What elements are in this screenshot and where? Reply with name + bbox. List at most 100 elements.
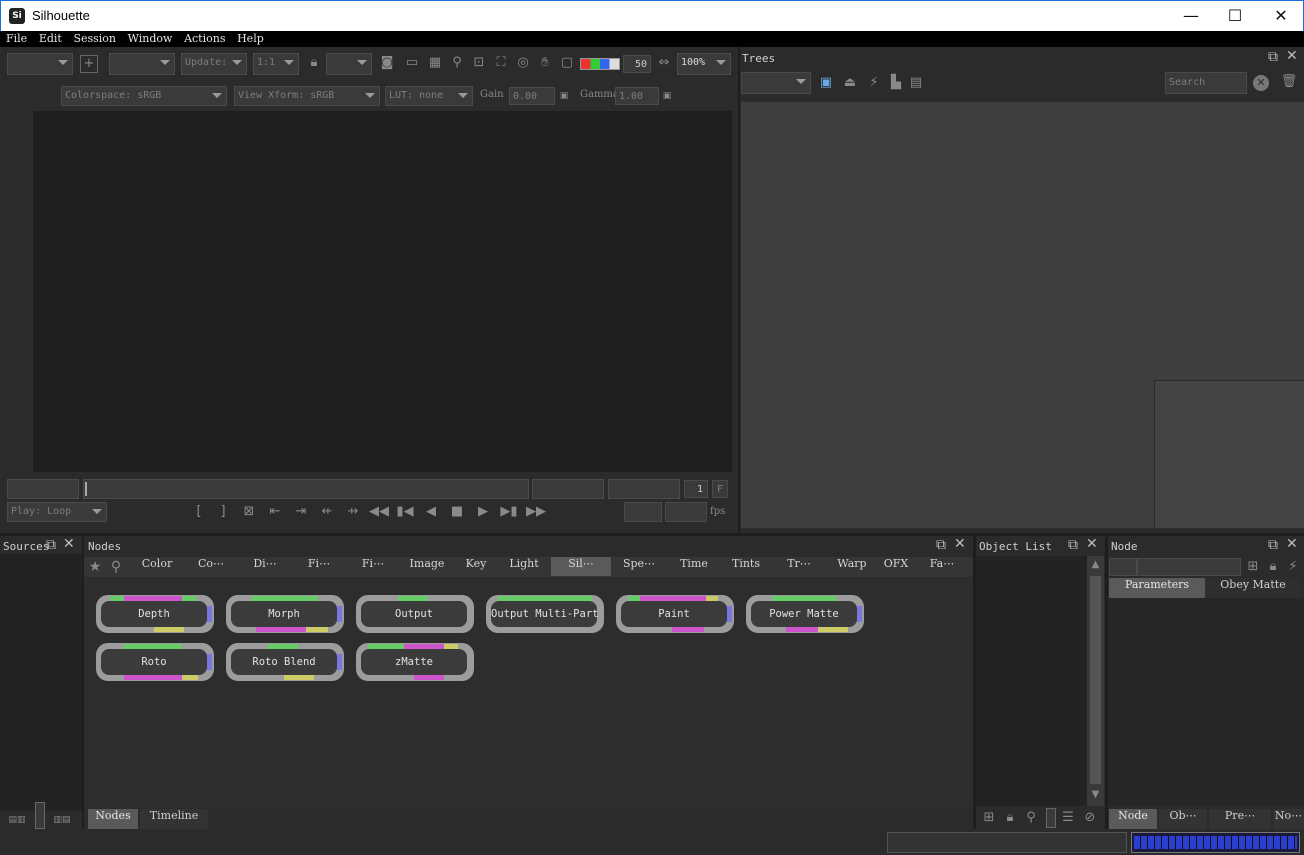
start-frame-field[interactable]: [7, 479, 79, 499]
zoom-icon[interactable]: ⚲: [448, 54, 466, 72]
node-panel-float-icon[interactable]: ⧉: [1268, 538, 1278, 552]
search-clear-icon[interactable]: ✕: [1253, 75, 1269, 91]
viewer-node-dropdown[interactable]: [109, 53, 175, 75]
play-icon[interactable]: ▶: [474, 503, 492, 521]
trees-float-icon[interactable]: ⧉: [1268, 50, 1278, 64]
fps-field-b[interactable]: [665, 502, 707, 522]
object-list-float-icon[interactable]: ⧉: [1068, 538, 1078, 552]
end-frame-field[interactable]: [608, 479, 680, 499]
object-list-close-icon[interactable]: ✕: [1086, 537, 1098, 551]
sources-close-icon[interactable]: ✕: [63, 537, 75, 551]
sources-slider[interactable]: [35, 802, 45, 829]
object-slider[interactable]: [1046, 808, 1056, 828]
node-zmatte[interactable]: zMatte: [356, 643, 474, 681]
current-frame-field[interactable]: [532, 479, 604, 499]
nodes-close-icon[interactable]: ✕: [954, 537, 966, 551]
object-lock-icon[interactable]: 🔒︎: [1001, 809, 1019, 827]
category-ofx[interactable]: OFX: [877, 557, 915, 576]
tree-view-icon[interactable]: ▣: [817, 74, 835, 92]
node-search-icon[interactable]: ⚲: [107, 558, 125, 576]
category-filter-a[interactable]: Fi⋯: [292, 557, 346, 576]
node-paint[interactable]: Paint: [616, 595, 734, 633]
camera-icon[interactable]: ◙: [378, 54, 396, 72]
category-key[interactable]: Key: [454, 557, 498, 576]
colorspace-dropdown[interactable]: Colorspace: sRGB: [61, 86, 227, 106]
tree-flash-icon[interactable]: ⚡︎: [865, 74, 883, 92]
play-mode-dropdown[interactable]: Play: Loop: [7, 502, 107, 522]
frame-mode-button[interactable]: F: [712, 480, 728, 498]
trees-navigator[interactable]: [1154, 380, 1304, 528]
node-flash-icon[interactable]: ⚡︎: [1284, 558, 1302, 576]
next-key-icon[interactable]: ⇸: [344, 503, 362, 521]
category-silhouette[interactable]: Sil⋯: [551, 557, 611, 576]
bottom-tab-notes[interactable]: No⋯: [1273, 809, 1304, 829]
category-special[interactable]: Spe⋯: [611, 557, 667, 576]
tab-nodes[interactable]: Nodes: [88, 809, 138, 829]
monitor-icon[interactable]: ▭: [403, 54, 421, 72]
lut-dropdown[interactable]: LUT: none: [385, 86, 473, 106]
fps-field-a[interactable]: [624, 502, 662, 522]
channel-selector[interactable]: [580, 58, 620, 70]
node-color-field[interactable]: [1109, 558, 1137, 576]
category-image[interactable]: Image: [400, 557, 454, 576]
add-object-icon[interactable]: ⊞: [980, 809, 998, 827]
node-roto[interactable]: Roto: [96, 643, 214, 681]
gamma-reset-icon[interactable]: ▣: [660, 87, 674, 105]
node-lock-icon[interactable]: 🔒︎: [1264, 558, 1282, 576]
sources-float-icon[interactable]: ⧉: [46, 538, 56, 552]
hand-icon[interactable]: ✋︎: [536, 54, 554, 72]
play-reverse-icon[interactable]: ◀: [422, 503, 440, 521]
scroll-up-icon[interactable]: ▲: [1087, 556, 1104, 574]
playhead[interactable]: [85, 482, 87, 496]
sources-list[interactable]: [0, 554, 82, 811]
tree-folder-icon[interactable]: ▙: [887, 74, 905, 92]
maximize-button[interactable]: ☐: [1212, 1, 1258, 31]
object-menu-icon[interactable]: ☰: [1059, 809, 1077, 827]
object-search-icon[interactable]: ⚲: [1022, 809, 1040, 827]
mask-mode-dropdown[interactable]: [326, 53, 372, 75]
node-output-multipart[interactable]: Output Multi-Part: [486, 595, 604, 633]
tree-save-icon[interactable]: ▤: [907, 74, 925, 92]
menu-edit[interactable]: Edit: [39, 31, 62, 45]
category-time[interactable]: Time: [667, 557, 721, 576]
category-tints[interactable]: Tints: [721, 557, 771, 576]
view-xform-dropdown[interactable]: View Xform: sRGB: [234, 86, 380, 106]
overlay-icon[interactable]: ▢: [558, 54, 576, 72]
grid-icon[interactable]: ▦: [426, 54, 444, 72]
favorites-star-icon[interactable]: ★: [86, 558, 104, 576]
menu-session[interactable]: Session: [73, 31, 116, 45]
node-morph[interactable]: Morph: [226, 595, 344, 633]
ratio-dropdown[interactable]: 1:1: [253, 53, 299, 75]
tree-export-icon[interactable]: ⏏: [841, 74, 859, 92]
bottom-tab-node[interactable]: Node: [1109, 809, 1157, 829]
category-transform[interactable]: Tr⋯: [771, 557, 827, 576]
rewind-icon[interactable]: ◀◀: [369, 503, 389, 521]
go-start-icon[interactable]: ⇤: [266, 503, 284, 521]
minimize-button[interactable]: —: [1168, 1, 1214, 31]
viewer-session-dropdown[interactable]: [7, 53, 73, 75]
category-warp[interactable]: Warp: [827, 557, 877, 576]
node-name-field[interactable]: [1137, 558, 1241, 576]
node-power-matte[interactable]: Power Matte: [746, 595, 864, 633]
trees-search-input[interactable]: Search: [1165, 72, 1247, 94]
category-composite[interactable]: Co⋯: [184, 557, 238, 576]
node-add-icon[interactable]: ⊞: [1244, 558, 1262, 576]
gain-reset-icon[interactable]: ▣: [557, 87, 571, 105]
node-roto-blend[interactable]: Roto Blend: [226, 643, 344, 681]
category-color[interactable]: Color: [130, 557, 184, 576]
trees-dropdown[interactable]: [741, 72, 811, 94]
mark-in-icon[interactable]: [: [190, 503, 208, 521]
fast-forward-icon[interactable]: ▶▶: [526, 503, 546, 521]
add-icon[interactable]: +: [80, 55, 98, 73]
menu-actions[interactable]: Actions: [184, 31, 225, 45]
trees-close-icon[interactable]: ✕: [1286, 49, 1298, 63]
sources-view-icon[interactable]: ▥▤: [46, 812, 78, 828]
lock-icon[interactable]: 🔒︎: [305, 54, 323, 72]
trash-icon[interactable]: 🗑︎: [1280, 73, 1298, 91]
viewer-canvas[interactable]: [33, 111, 732, 472]
menu-help[interactable]: Help: [237, 31, 264, 45]
object-disable-icon[interactable]: ⊘: [1081, 809, 1099, 827]
object-list[interactable]: [976, 556, 1087, 806]
fit-icon[interactable]: ⛶: [492, 54, 510, 72]
step-forward-icon[interactable]: ▶▮: [500, 503, 518, 521]
